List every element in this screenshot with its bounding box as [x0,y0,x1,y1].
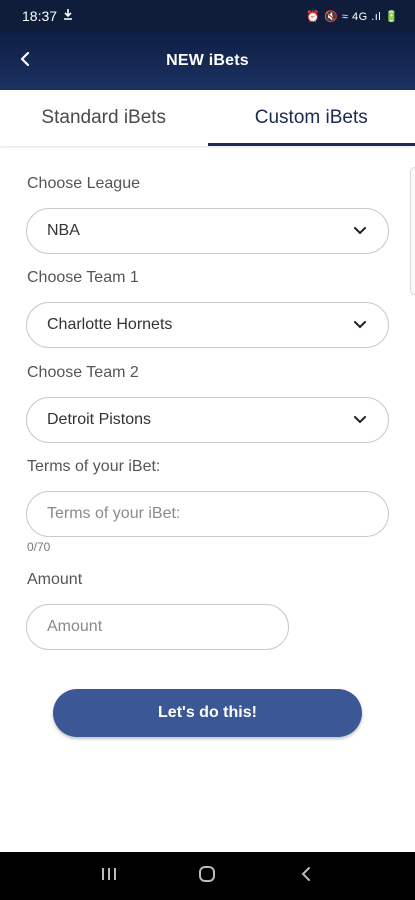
team2-label: Choose Team 2 [27,364,139,381]
tab-custom-ibets[interactable]: Custom iBets [207,90,415,146]
recent-apps-icon [101,867,117,886]
chevron-down-icon [352,412,368,428]
recent-apps-button[interactable] [89,856,129,896]
status-bar: 18:37 ⏰ 🔇 ≈ 4G .ıl 🔋 [0,0,415,32]
terms-label: Terms of your iBet: [27,458,161,475]
team1-label: Choose Team 1 [27,269,139,286]
tab-bar: Standard iBets Custom iBets [0,90,415,146]
status-indicators: ⏰ 🔇 ≈ 4G .ıl 🔋 [306,10,399,23]
status-time: 18:37 [22,8,58,24]
amount-field-wrapper [26,604,289,650]
chevron-left-icon [19,51,31,71]
terms-input[interactable] [47,505,368,523]
chevron-down-icon [352,223,368,239]
system-nav-bar [0,852,415,900]
back-icon [301,866,311,887]
page-title: NEW iBets [166,52,249,69]
app-header: NEW iBets [0,32,415,90]
league-label: Choose League [27,175,140,192]
download-icon [63,8,73,24]
league-select[interactable]: NBA [26,208,389,254]
tab-standard-ibets[interactable]: Standard iBets [0,90,208,146]
team1-select[interactable]: Charlotte Hornets [26,302,389,348]
terms-char-counter: 0/70 [27,540,51,554]
amount-input[interactable] [47,618,268,636]
chevron-down-icon [352,317,368,333]
submit-button[interactable]: Let's do this! [53,689,362,737]
back-nav-button[interactable] [286,856,326,896]
home-icon [198,865,216,888]
home-button[interactable] [187,856,227,896]
amount-label: Amount [27,571,83,588]
team2-select-value: Detroit Pistons [47,411,152,428]
terms-field-wrapper [26,491,389,537]
team2-select[interactable]: Detroit Pistons [26,397,389,443]
back-button[interactable] [10,46,40,76]
team1-select-value: Charlotte Hornets [47,316,173,333]
league-select-value: NBA [47,222,80,239]
scroll-indicator[interactable] [410,167,415,295]
